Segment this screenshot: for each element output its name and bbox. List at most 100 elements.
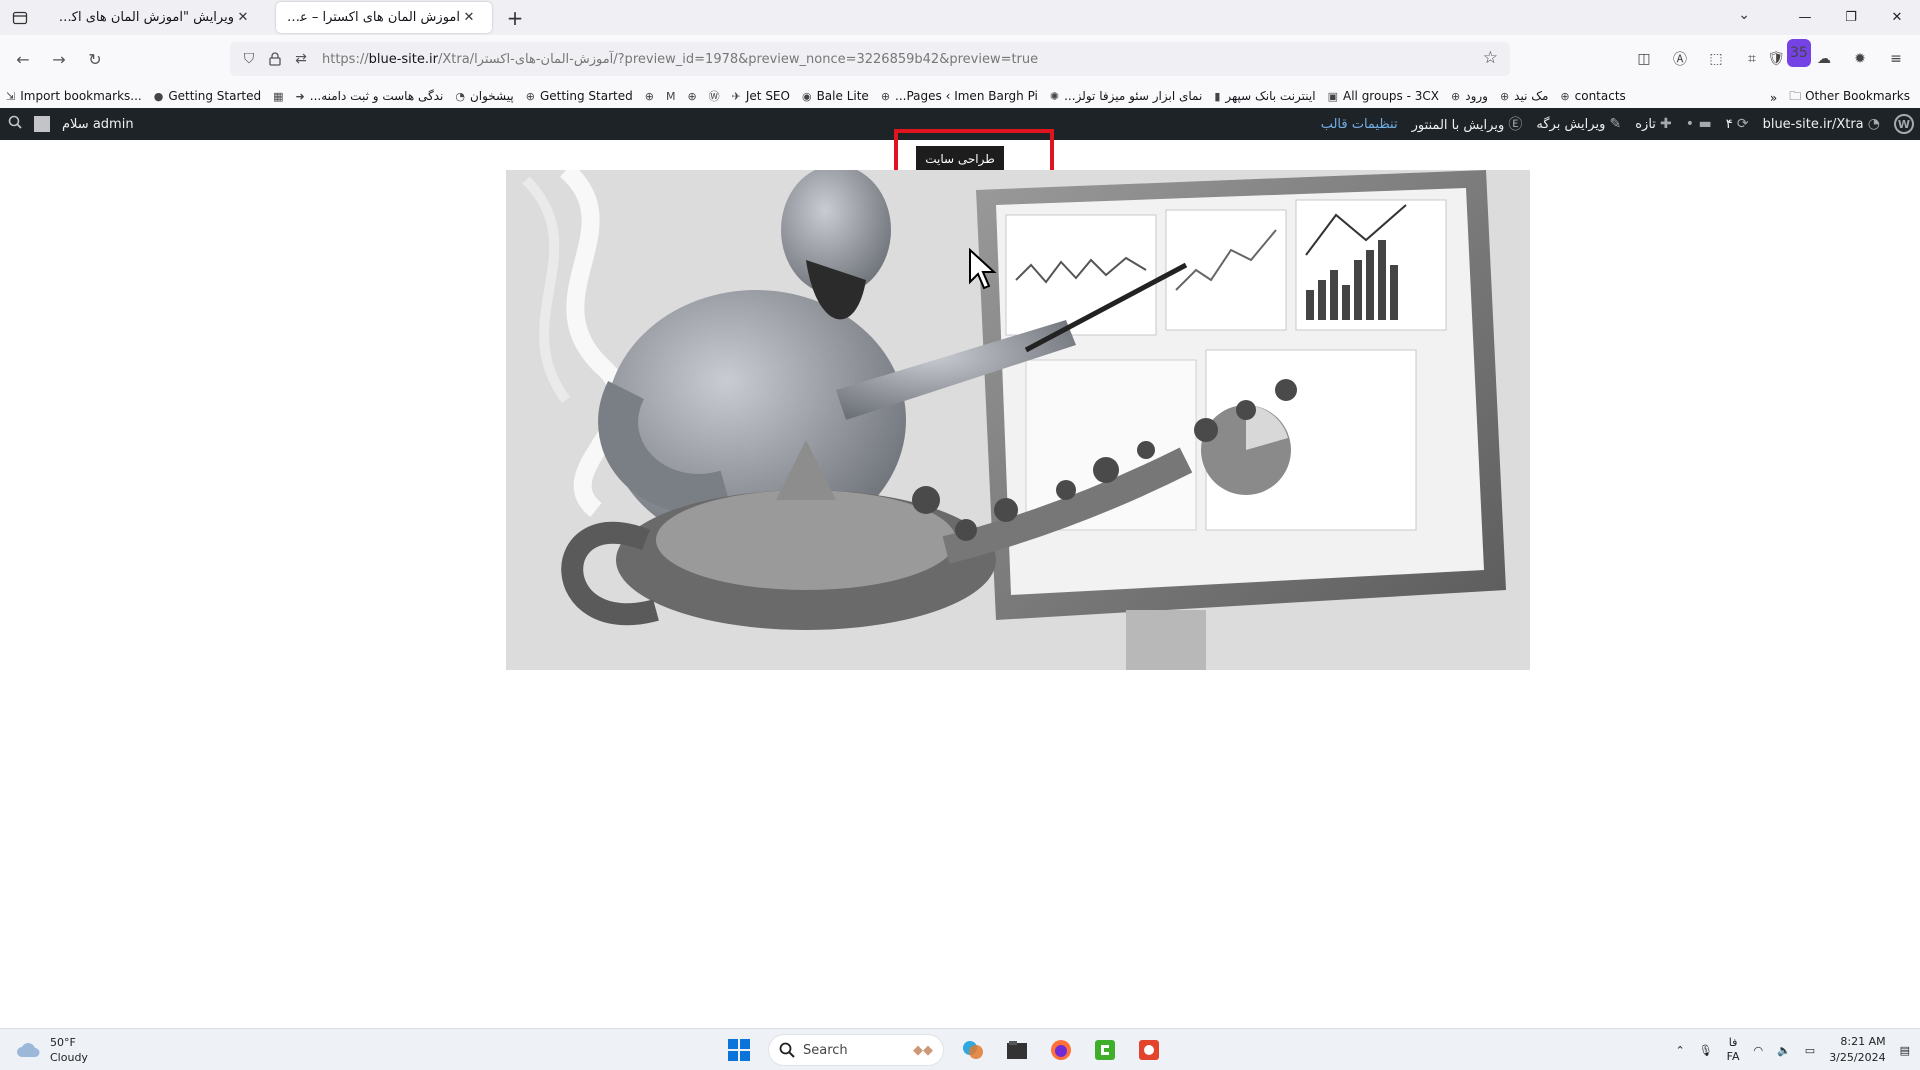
url-prefix: https:// (322, 51, 369, 67)
tab-edit-page[interactable]: ✕ ویرایش "آموزش المان های اکسترا - ع (44, 2, 266, 33)
bookmark-item[interactable]: Ⓦ (703, 88, 726, 104)
close-window-icon[interactable]: ✕ (1874, 0, 1920, 35)
bookmark-item[interactable]: ⊕ ورود (1445, 89, 1494, 103)
new-tab-button[interactable]: + (503, 6, 527, 30)
other-bookmarks-label: Other Bookmarks (1805, 89, 1910, 103)
bookmark-item[interactable]: ⊕ ...Pages ‹ Imen Bargh Pi (875, 89, 1044, 103)
gear-extension-icon[interactable]: ✹ (1846, 45, 1874, 73)
page-content: طراحی سایت (0, 129, 1920, 1028)
firefox-icon[interactable] (1046, 1035, 1076, 1065)
close-icon[interactable]: ✕ (234, 10, 252, 25)
edit-page-link[interactable]: ویرایش برگه ✎ (1536, 116, 1621, 132)
bookmark-item[interactable]: ▦ (267, 90, 289, 103)
camtasia-icon[interactable] (1090, 1035, 1120, 1065)
language-indicator[interactable]: فا FA (1727, 1036, 1740, 1064)
minimize-icon[interactable]: — (1782, 0, 1828, 35)
bookmark-item[interactable]: ⇲ Import bookmarks... (0, 89, 148, 103)
url-text[interactable]: https://blue-site.ir/Xtra/آموزش-المان-ها… (322, 52, 1038, 67)
clock-time: 8:21 AM (1840, 1035, 1886, 1048)
battery-icon[interactable]: ▭ (1805, 1044, 1815, 1057)
avatar[interactable] (34, 116, 50, 132)
updates-count: ۴ (1725, 117, 1733, 132)
chevron-up-icon[interactable]: ⌃ (1675, 1044, 1684, 1057)
hero-image (506, 170, 1530, 670)
bookmark-item[interactable]: ⊕ (681, 90, 702, 103)
new-content-link[interactable]: تازه ✚ (1635, 116, 1672, 132)
search-icon[interactable] (8, 115, 22, 133)
bookmark-item[interactable]: ◉ Bale Lite (796, 89, 875, 103)
camtasia-recorder-icon[interactable] (1134, 1035, 1164, 1065)
lang-top: فا (1728, 1036, 1738, 1049)
other-bookmarks[interactable]: 🗀 Other Bookmarks (1789, 87, 1910, 108)
lock-icon[interactable] (262, 46, 288, 72)
comments-icon[interactable]: • ▬ (1686, 116, 1712, 132)
bookmark-item[interactable]: M (660, 90, 682, 103)
shield-icon[interactable]: ⛉ (236, 46, 262, 72)
bookmark-item[interactable]: ⊕ (639, 90, 660, 103)
speaker-icon[interactable]: 🔈 (1777, 1044, 1791, 1057)
elementor-icon: Ⓔ (1508, 117, 1523, 133)
updates-link[interactable]: ۴ ⟳ (1726, 116, 1749, 132)
globe-icon: ⊕ (1499, 89, 1510, 103)
extensions-icon[interactable]: ⬚ (1702, 45, 1730, 73)
import-icon: ⇲ (6, 89, 16, 103)
arrow-icon: ➜ (295, 89, 305, 103)
site-name-link[interactable]: blue-site.ir/Xtra ◔ (1763, 116, 1880, 132)
bookmark-item[interactable]: ➜ ...ندگی هاست و ثبت دامنه (290, 89, 450, 103)
account-icon[interactable]: Ⓐ (1666, 45, 1694, 73)
wp-greeting[interactable]: سلام admin (62, 117, 134, 132)
forward-icon[interactable]: → (44, 44, 74, 74)
bookmark-item[interactable]: ✺ ...نمای ابزار سئو میزفا تولز (1044, 89, 1208, 103)
bale-icon: ◉ (801, 89, 812, 103)
bookmarks-bar: ⇲ Import bookmarks... ● Getting Started ▦ ➜..… (0, 84, 1920, 108)
browser-tabstrip: ✕ ویرایش "آموزش المان های اکسترا - ع ✕ آ… (0, 0, 1920, 35)
tab-list-icon[interactable] (0, 0, 40, 35)
restore-icon[interactable]: ❐ (1828, 0, 1874, 35)
bookmark-item[interactable]: ● Getting Started (148, 89, 267, 103)
copilot-icon[interactable] (958, 1035, 988, 1065)
pocket-icon[interactable]: ◫ (1630, 45, 1658, 73)
reload-icon[interactable]: ↻ (80, 44, 110, 74)
cloud-icon (17, 1043, 40, 1057)
bookmark-label: اینترنت بانک سپهر (1225, 89, 1316, 103)
windows-start-icon[interactable] (724, 1035, 754, 1065)
taskbar-search[interactable]: Search ◆◆ (768, 1034, 944, 1066)
extension-shield-icon[interactable]: 🛡 35 (1767, 39, 1811, 73)
tab-preview-page[interactable]: ✕ آموزش المان های اکسترا – علاءالدین (276, 2, 492, 33)
toolbar-icons: ◫ Ⓐ ⬚ ⌗ 🛡 35 ☁ ✹ ≡ (1630, 39, 1910, 73)
microphone-icon[interactable]: 🎙 (1699, 1044, 1713, 1057)
bookmark-item[interactable]: ⊕ Getting Started (520, 89, 639, 103)
back-icon[interactable]: ← (8, 44, 38, 74)
theme-settings-link[interactable]: تنظیمات قالب (1321, 117, 1398, 132)
calendar-icon: ▦ (273, 89, 284, 103)
bookmark-item[interactable]: ▣ All groups - 3CX (1322, 89, 1445, 103)
permissions-icon[interactable]: ⇄ (288, 46, 314, 72)
globe-icon: ⊕ (525, 89, 535, 103)
bookmark-item[interactable]: ✈ Jet SEO (726, 89, 796, 103)
crop-icon[interactable]: ⌗ (1738, 45, 1766, 73)
edit-page-label: ویرایش برگه (1536, 117, 1606, 132)
more-bookmarks-button[interactable]: » (1770, 91, 1777, 105)
search-icon (779, 1042, 795, 1058)
file-explorer-icon[interactable] (1002, 1035, 1032, 1065)
bookmark-item[interactable]: ⊕ contacts (1554, 89, 1631, 103)
system-tray: ⌃ 🎙 فا FA ◠ 🔈 ▭ 8:21 AM 3/25/2024 ▤ (1675, 1033, 1910, 1067)
chevron-down-icon[interactable]: ⌄ (1738, 7, 1750, 23)
wordpress-icon[interactable]: W (1894, 114, 1914, 134)
clock[interactable]: 8:21 AM 3/25/2024 (1829, 1034, 1885, 1066)
weather-widget[interactable]: 50°F Cloudy (16, 1035, 88, 1065)
cloud-icon[interactable]: ☁ (1810, 45, 1838, 73)
mouse-cursor-icon (969, 248, 997, 290)
wifi-icon[interactable]: ◠ (1753, 1044, 1763, 1057)
bookmark-item[interactable]: ▮ اینترنت بانک سپهر (1208, 89, 1321, 103)
edit-elementor-link[interactable]: ویرایش با المنتور Ⓔ (1412, 114, 1523, 134)
bookmark-item[interactable]: ◔ پیشخوان (449, 89, 519, 103)
notifications-icon[interactable]: ▤ (1900, 1044, 1910, 1057)
windows-taskbar: 50°F Cloudy Search ◆◆ ⌃ 🎙 فا FA ◠ 🔈 ▭ 8:… (0, 1028, 1920, 1070)
bookmark-star-icon[interactable]: ☆ (1483, 48, 1498, 68)
url-path: /Xtra/آموزش-المان-های-اکسترا/?preview_id… (437, 51, 1039, 67)
bookmark-item[interactable]: ⊕ مک نید (1494, 89, 1554, 103)
menu-icon[interactable]: ≡ (1882, 45, 1910, 73)
address-bar[interactable]: ⛉ ⇄ https://blue-site.ir/Xtra/آموزش-الما… (230, 42, 1510, 76)
close-icon[interactable]: ✕ (460, 10, 478, 25)
